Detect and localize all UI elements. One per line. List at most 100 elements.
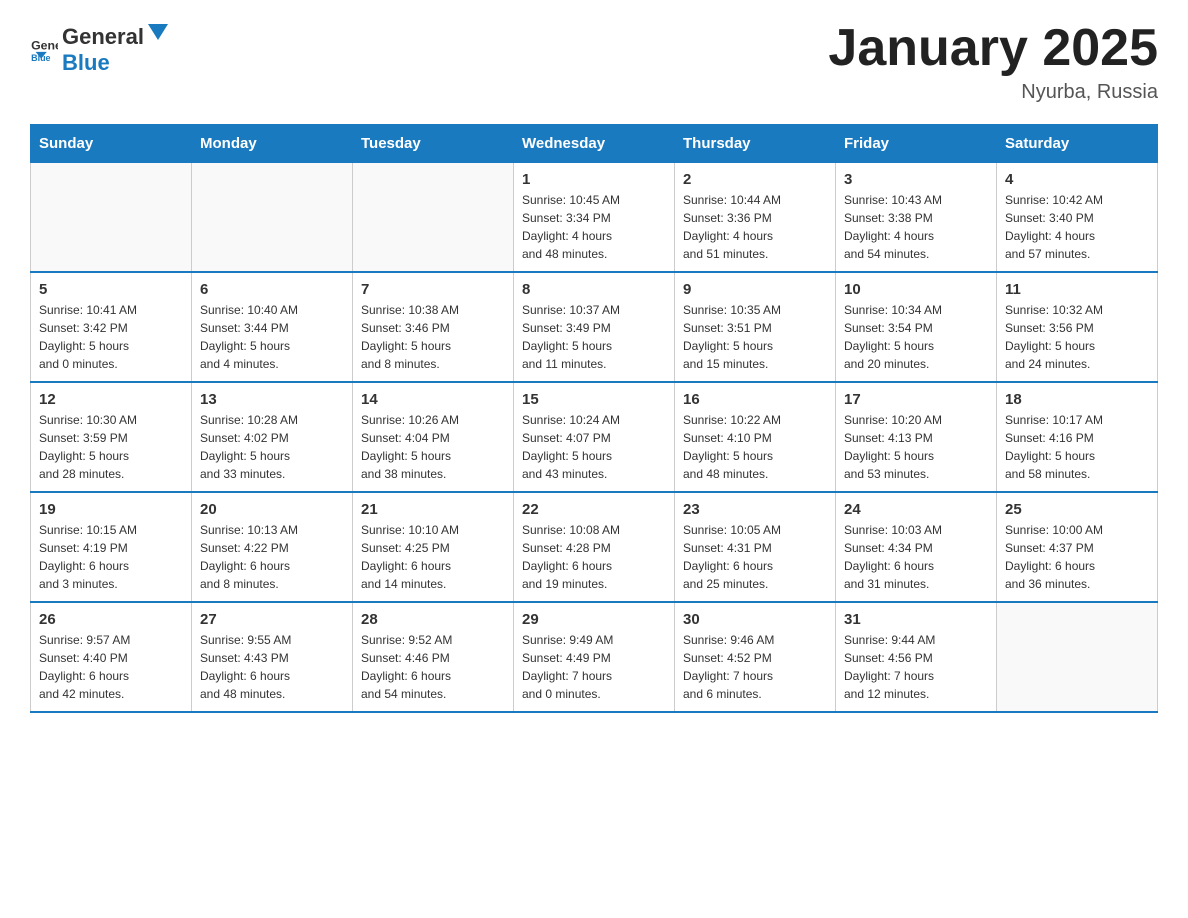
calendar-cell: 12 Sunrise: 10:30 AM Sunset: 3:59 PM Dayl…: [31, 382, 192, 492]
col-thursday: Thursday: [675, 125, 836, 163]
calendar-cell: 22Sunrise: 10:08 AM Sunset: 4:28 PM Dayl…: [514, 492, 675, 602]
calendar-cell: [31, 163, 192, 273]
calendar-cell: 9 Sunrise: 10:35 AM Sunset: 3:51 PM Dayli…: [675, 272, 836, 382]
day-number: 1: [522, 171, 666, 188]
calendar-cell: 1 Sunrise: 10:45 AM Sunset: 3:34 PM Dayli…: [514, 163, 675, 273]
day-info: Sunrise: 10:10 AM Sunset: 4:25 PM Daylig…: [361, 521, 505, 593]
day-number: 21: [361, 501, 505, 518]
day-number: 24: [844, 501, 988, 518]
calendar-cell: 3 Sunrise: 10:43 AM Sunset: 3:38 PM Dayli…: [836, 163, 997, 273]
col-saturday: Saturday: [997, 125, 1158, 163]
day-info: Sunrise: 10:34 AM Sunset: 3:54 PM Daylig…: [844, 301, 988, 373]
calendar-cell: 30 Sunrise: 9:46 AM Sunset: 4:52 PM Dayli…: [675, 602, 836, 712]
calendar-week-row: 19 Sunrise: 10:15 AM Sunset: 4:19 PM Dayl…: [31, 492, 1158, 602]
day-number: 10: [844, 281, 988, 298]
day-info: Sunrise: 10:35 AM Sunset: 3:51 PM Daylig…: [683, 301, 827, 373]
day-number: 5: [39, 281, 183, 298]
day-info: Sunrise: 9:57 AM Sunset: 4:40 PM Dayligh…: [39, 631, 183, 703]
day-info: Sunrise: 9:55 AM Sunset: 4:43 PM Dayligh…: [200, 631, 344, 703]
day-info: Sunrise: 10:42 AM Sunset: 3:40 PM Daylig…: [1005, 191, 1149, 263]
calendar-cell: 21 Sunrise: 10:10 AM Sunset: 4:25 PM Dayl…: [353, 492, 514, 602]
calendar-cell: 4Sunrise: 10:42 AM Sunset: 3:40 PM Dayli…: [997, 163, 1158, 273]
day-number: 9: [683, 281, 827, 298]
day-info: Sunrise: 10:08 AM Sunset: 4:28 PM Daylig…: [522, 521, 666, 593]
calendar-cell: 5Sunrise: 10:41 AM Sunset: 3:42 PM Dayli…: [31, 272, 192, 382]
day-info: Sunrise: 10:28 AM Sunset: 4:02 PM Daylig…: [200, 411, 344, 483]
day-number: 23: [683, 501, 827, 518]
logo-icon: General Blue: [30, 34, 58, 62]
svg-text:Blue: Blue: [31, 53, 50, 62]
calendar-title: January 2025: [828, 20, 1158, 77]
day-info: Sunrise: 10:05 AM Sunset: 4:31 PM Daylig…: [683, 521, 827, 593]
calendar-cell: 16 Sunrise: 10:22 AM Sunset: 4:10 PM Dayl…: [675, 382, 836, 492]
title-block: January 2025 Nyurba, Russia: [828, 20, 1158, 104]
day-number: 26: [39, 611, 183, 628]
calendar-cell: 8 Sunrise: 10:37 AM Sunset: 3:49 PM Dayli…: [514, 272, 675, 382]
day-info: Sunrise: 10:38 AM Sunset: 3:46 PM Daylig…: [361, 301, 505, 373]
calendar-cell: 6Sunrise: 10:40 AM Sunset: 3:44 PM Dayli…: [192, 272, 353, 382]
calendar-cell: [192, 163, 353, 273]
day-info: Sunrise: 10:40 AM Sunset: 3:44 PM Daylig…: [200, 301, 344, 373]
calendar-cell: 18Sunrise: 10:17 AM Sunset: 4:16 PM Dayl…: [997, 382, 1158, 492]
calendar-cell: 10 Sunrise: 10:34 AM Sunset: 3:54 PM Dayl…: [836, 272, 997, 382]
day-info: Sunrise: 10:37 AM Sunset: 3:49 PM Daylig…: [522, 301, 666, 373]
calendar-subtitle: Nyurba, Russia: [828, 81, 1158, 104]
calendar-cell: 20 Sunrise: 10:13 AM Sunset: 4:22 PM Dayl…: [192, 492, 353, 602]
day-number: 15: [522, 391, 666, 408]
calendar-cell: 29Sunrise: 9:49 AM Sunset: 4:49 PM Dayli…: [514, 602, 675, 712]
calendar-cell: 11Sunrise: 10:32 AM Sunset: 3:56 PM Dayl…: [997, 272, 1158, 382]
page-header: General Blue General Blue January 2025 N…: [30, 20, 1158, 104]
calendar-cell: 24Sunrise: 10:03 AM Sunset: 4:34 PM Dayl…: [836, 492, 997, 602]
logo-blue: Blue: [62, 50, 110, 75]
day-number: 18: [1005, 391, 1149, 408]
calendar-cell: 7 Sunrise: 10:38 AM Sunset: 3:46 PM Dayli…: [353, 272, 514, 382]
logo-general: General: [62, 24, 144, 50]
day-number: 25: [1005, 501, 1149, 518]
calendar-cell: 2Sunrise: 10:44 AM Sunset: 3:36 PM Dayli…: [675, 163, 836, 273]
calendar-cell: 25Sunrise: 10:00 AM Sunset: 4:37 PM Dayl…: [997, 492, 1158, 602]
day-number: 29: [522, 611, 666, 628]
day-info: Sunrise: 10:45 AM Sunset: 3:34 PM Daylig…: [522, 191, 666, 263]
day-number: 8: [522, 281, 666, 298]
calendar-cell: 13 Sunrise: 10:28 AM Sunset: 4:02 PM Dayl…: [192, 382, 353, 492]
calendar-week-row: 1 Sunrise: 10:45 AM Sunset: 3:34 PM Dayli…: [31, 163, 1158, 273]
calendar-table: Sunday Monday Tuesday Wednesday Thursday…: [30, 124, 1158, 713]
calendar-cell: 31Sunrise: 9:44 AM Sunset: 4:56 PM Dayli…: [836, 602, 997, 712]
day-number: 14: [361, 391, 505, 408]
logo: General Blue General Blue: [30, 20, 172, 76]
day-number: 17: [844, 391, 988, 408]
calendar-cell: [997, 602, 1158, 712]
col-monday: Monday: [192, 125, 353, 163]
calendar-cell: 19 Sunrise: 10:15 AM Sunset: 4:19 PM Dayl…: [31, 492, 192, 602]
day-number: 12: [39, 391, 183, 408]
day-info: Sunrise: 10:13 AM Sunset: 4:22 PM Daylig…: [200, 521, 344, 593]
day-info: Sunrise: 10:43 AM Sunset: 3:38 PM Daylig…: [844, 191, 988, 263]
day-info: Sunrise: 10:24 AM Sunset: 4:07 PM Daylig…: [522, 411, 666, 483]
day-info: Sunrise: 9:44 AM Sunset: 4:56 PM Dayligh…: [844, 631, 988, 703]
day-number: 7: [361, 281, 505, 298]
calendar-header: Sunday Monday Tuesday Wednesday Thursday…: [31, 125, 1158, 163]
day-info: Sunrise: 10:44 AM Sunset: 3:36 PM Daylig…: [683, 191, 827, 263]
day-number: 30: [683, 611, 827, 628]
day-number: 3: [844, 171, 988, 188]
day-info: Sunrise: 10:15 AM Sunset: 4:19 PM Daylig…: [39, 521, 183, 593]
col-wednesday: Wednesday: [514, 125, 675, 163]
calendar-cell: 14 Sunrise: 10:26 AM Sunset: 4:04 PM Dayl…: [353, 382, 514, 492]
calendar-cell: [353, 163, 514, 273]
col-friday: Friday: [836, 125, 997, 163]
calendar-body: 1 Sunrise: 10:45 AM Sunset: 3:34 PM Dayli…: [31, 163, 1158, 713]
day-info: Sunrise: 10:26 AM Sunset: 4:04 PM Daylig…: [361, 411, 505, 483]
day-number: 20: [200, 501, 344, 518]
calendar-cell: 23 Sunrise: 10:05 AM Sunset: 4:31 PM Dayl…: [675, 492, 836, 602]
day-number: 13: [200, 391, 344, 408]
day-info: Sunrise: 9:46 AM Sunset: 4:52 PM Dayligh…: [683, 631, 827, 703]
calendar-cell: 15 Sunrise: 10:24 AM Sunset: 4:07 PM Dayl…: [514, 382, 675, 492]
day-info: Sunrise: 10:30 AM Sunset: 3:59 PM Daylig…: [39, 411, 183, 483]
col-tuesday: Tuesday: [353, 125, 514, 163]
day-number: 16: [683, 391, 827, 408]
day-info: Sunrise: 10:22 AM Sunset: 4:10 PM Daylig…: [683, 411, 827, 483]
day-number: 19: [39, 501, 183, 518]
day-info: Sunrise: 10:32 AM Sunset: 3:56 PM Daylig…: [1005, 301, 1149, 373]
calendar-cell: 17Sunrise: 10:20 AM Sunset: 4:13 PM Dayl…: [836, 382, 997, 492]
day-number: 28: [361, 611, 505, 628]
